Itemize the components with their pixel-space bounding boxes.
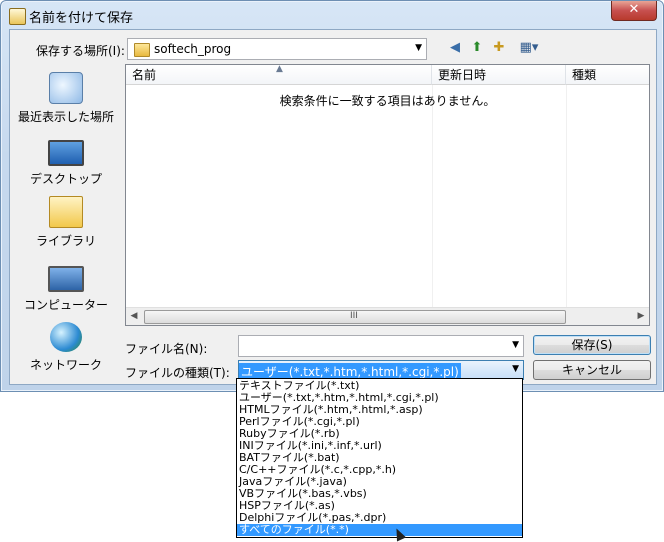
close-button[interactable]: ✕ xyxy=(611,1,657,21)
cancel-button[interactable]: キャンセル xyxy=(533,360,651,380)
scroll-right-icon[interactable]: ▶ xyxy=(635,311,647,321)
chevron-down-icon[interactable]: ▼ xyxy=(415,43,422,53)
save-button[interactable]: 保存(S) xyxy=(533,335,651,355)
sort-up-icon: ▲ xyxy=(276,64,283,74)
place-desktop[interactable]: デスクトップ xyxy=(10,134,122,187)
save-dialog: 名前を付けて保存 ✕ 保存する場所(I): softech_prog ▼ ◀ ⬆… xyxy=(0,0,664,392)
scroll-thumb[interactable]: III xyxy=(144,310,566,324)
views-menu-icon[interactable]: ▦▾ xyxy=(514,39,544,57)
back-icon[interactable]: ◀ xyxy=(446,39,464,57)
place-label: ライブラリ xyxy=(35,234,96,248)
look-in-combo[interactable]: softech_prog ▼ xyxy=(127,38,427,60)
place-label: 最近表示した場所 xyxy=(17,110,114,124)
empty-message: 検索条件に一致する項目はありません。 xyxy=(279,94,496,108)
scroll-grip: III xyxy=(350,311,358,321)
filetype-dropdown-list[interactable]: テキストファイル(*.txt) ユーザー(*.txt,*.htm,*.html,… xyxy=(236,378,523,538)
folder-icon xyxy=(134,43,150,57)
column-divider xyxy=(432,85,433,307)
dialog-body: 保存する場所(I): softech_prog ▼ ◀ ⬆ ✚ ▦▾ 最近表示し… xyxy=(9,29,657,385)
chevron-down-icon[interactable]: ▼ xyxy=(512,340,519,350)
desktop-icon xyxy=(48,140,84,166)
scroll-left-icon[interactable]: ◀ xyxy=(128,311,140,321)
column-header-date[interactable]: 更新日時 xyxy=(432,65,566,85)
up-folder-icon[interactable]: ⬆ xyxy=(468,39,486,57)
place-recent[interactable]: 最近表示した場所 xyxy=(10,72,122,125)
place-label: デスクトップ xyxy=(29,172,102,186)
filename-input[interactable]: ▼ xyxy=(238,335,524,357)
recent-places-icon xyxy=(49,72,83,104)
window-title: 名前を付けて保存 xyxy=(29,11,134,26)
chevron-down-icon[interactable]: ▼ xyxy=(512,364,519,374)
place-libraries[interactable]: ライブラリ xyxy=(10,196,122,249)
libraries-icon xyxy=(49,196,83,228)
dropdown-option-selected[interactable]: すべてのファイル(*.*) xyxy=(237,524,522,536)
filename-label: ファイル名(N): xyxy=(125,342,208,356)
place-label: ネットワーク xyxy=(29,358,102,372)
place-network[interactable]: ネットワーク xyxy=(10,322,122,373)
column-header-type[interactable]: 種類 xyxy=(566,65,649,85)
network-icon xyxy=(50,322,82,352)
look-in-label: 保存する場所(I): xyxy=(36,44,125,58)
places-bar: 最近表示した場所 デスクトップ ライブラリ コンピューター ネットワーク xyxy=(10,64,122,380)
place-label: コンピューター xyxy=(23,298,108,312)
column-header-name[interactable]: 名前 ▲ xyxy=(126,64,432,85)
computer-icon xyxy=(48,266,84,292)
title-bar[interactable]: 名前を付けて保存 ✕ xyxy=(1,1,663,29)
filetype-select[interactable]: ユーザー(*.txt,*.htm,*.html,*.cgi,*.pl) ▼ xyxy=(238,360,524,380)
horizontal-scrollbar[interactable]: ◀ III ▶ xyxy=(126,307,649,325)
look-in-value: softech_prog xyxy=(154,42,232,56)
place-computer[interactable]: コンピューター xyxy=(10,260,122,313)
column-divider xyxy=(566,85,567,307)
file-list[interactable]: 名前 ▲ 更新日時 種類 検索条件に一致する項目はありません。 ◀ III ▶ xyxy=(125,64,650,326)
app-icon xyxy=(9,8,26,25)
new-folder-icon[interactable]: ✚ xyxy=(490,39,508,57)
filetype-label: ファイルの種類(T): xyxy=(125,366,230,380)
